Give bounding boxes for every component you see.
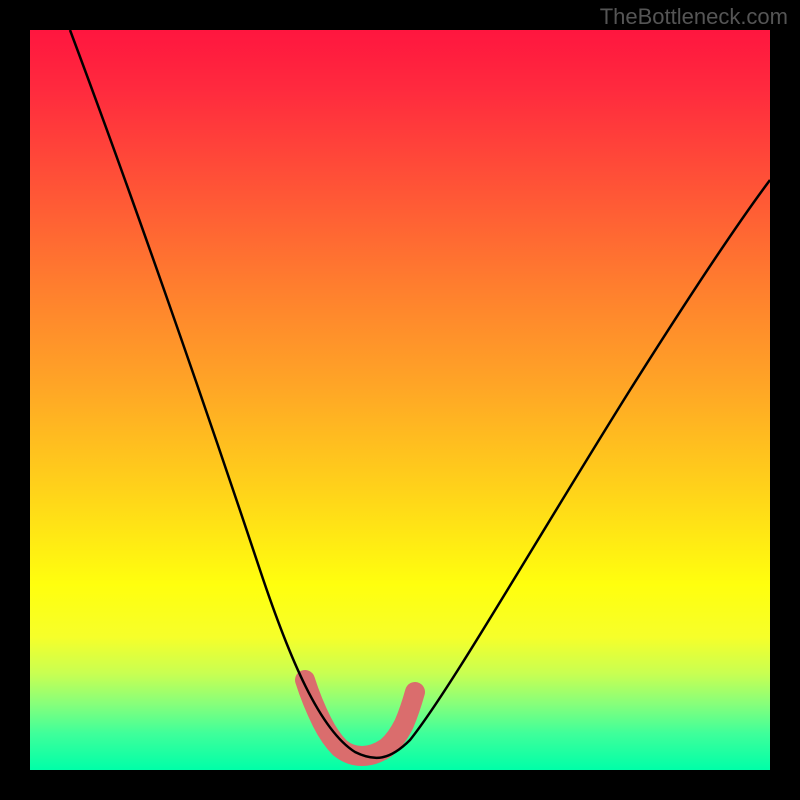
plot-area (30, 30, 770, 770)
chart-frame: TheBottleneck.com (0, 0, 800, 800)
attribution-text: TheBottleneck.com (600, 4, 788, 30)
curve-layer (30, 30, 770, 770)
bottom-highlight (305, 680, 415, 756)
bottleneck-curve (70, 30, 770, 758)
